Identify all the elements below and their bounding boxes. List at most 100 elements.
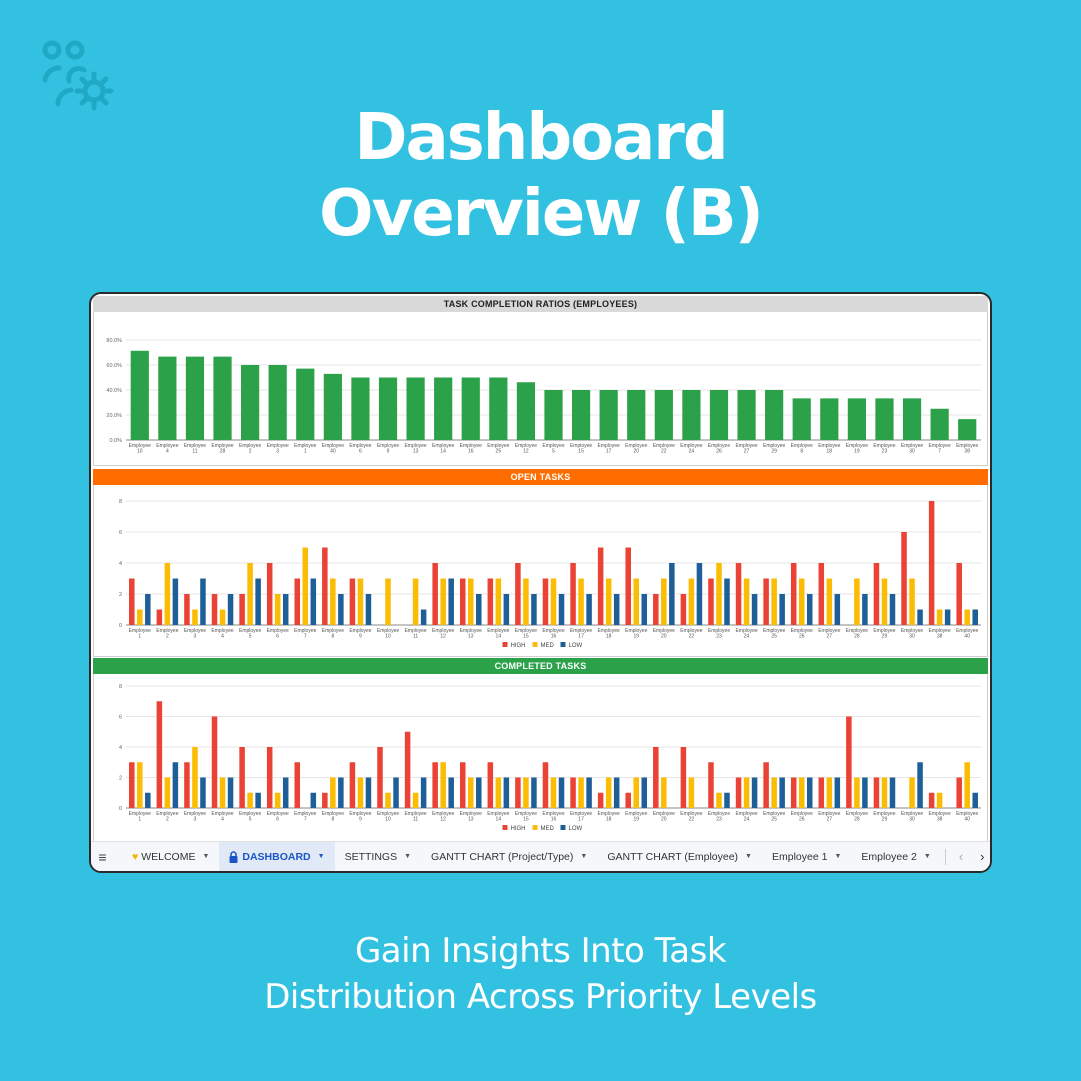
- bar-med-employee-2: [164, 777, 171, 808]
- bar-med-employee-24: [743, 578, 750, 625]
- subtitle-line-1: Gain Insights Into Task: [354, 931, 727, 971]
- x-tick-label: 16: [468, 449, 474, 455]
- x-tick-label: 1: [138, 817, 141, 823]
- chevron-down-icon[interactable]: ▼: [580, 853, 587, 860]
- bar-med-employee-22: [688, 578, 695, 625]
- subtitle-line-2: Distribution Across Priority Levels: [264, 977, 817, 1017]
- x-tick-label: 22: [689, 634, 695, 640]
- x-tick-label: 18: [606, 817, 612, 823]
- bar-low-employee-23: [724, 792, 730, 808]
- bar-med-employee-12: [440, 578, 446, 625]
- bar-low-employee-29: [889, 777, 896, 808]
- bar-high-employee-18: [597, 547, 604, 625]
- tab-dashboard[interactable]: DASHBOARD ▼: [219, 841, 335, 871]
- bar-low-employee-23: [724, 578, 730, 625]
- bar-med-employee-6: [274, 792, 281, 808]
- chevron-right-icon[interactable]: ›: [975, 849, 990, 864]
- legend-swatch-high: [502, 642, 508, 647]
- bar-high-employee-8: [322, 792, 328, 808]
- bar-employee-27: [737, 390, 756, 440]
- bar-low-employee-17: [586, 594, 592, 625]
- bar-med-employee-26: [798, 578, 805, 625]
- tab-employee-1[interactable]: Employee 1 ▼: [762, 842, 851, 872]
- x-tick-label: 10: [137, 449, 143, 455]
- x-tick-label: 6: [276, 634, 279, 640]
- x-tick-label: 1: [304, 449, 307, 455]
- x-tick-label: 23: [882, 449, 888, 455]
- bar-low-employee-3: [200, 777, 206, 808]
- x-tick-label: 7: [304, 634, 307, 640]
- bar-high-employee-6: [266, 563, 273, 625]
- x-tick-label: 10: [385, 817, 391, 823]
- x-tick-label: 3: [194, 817, 197, 823]
- chevron-down-icon[interactable]: ▼: [834, 853, 841, 860]
- chevron-left-icon[interactable]: ‹: [953, 849, 968, 864]
- tab-gantt-employee[interactable]: GANTT CHART (Employee) ▼: [597, 842, 762, 872]
- bar-low-employee-25: [779, 777, 785, 808]
- bar-med-employee-13: [468, 777, 474, 808]
- bar-high-employee-12: [432, 563, 438, 625]
- bar-med-employee-19: [633, 777, 639, 808]
- x-tick-label: 27: [827, 817, 833, 823]
- completion-ratio-chart: 0.0%20.0%40.0%60.0%80.0%Employee10Employ…: [106, 338, 981, 455]
- tab-employee-2[interactable]: Employee 2 ▼: [851, 842, 940, 872]
- x-tick-label: 4: [166, 449, 169, 455]
- bar-med-employee-28: [854, 777, 860, 808]
- open-tasks-chart: 02468Employee1Employee2Employee3Employee…: [119, 499, 981, 649]
- x-tick-label: 24: [689, 449, 695, 455]
- bar-low-employee-9: [365, 594, 372, 625]
- page-subtitle: Gain Insights Into Task Distribution Acr…: [0, 928, 1081, 1020]
- tab-label: SETTINGS: [344, 850, 398, 863]
- bar-low-employee-9: [365, 777, 372, 808]
- bar-med-employee-23: [716, 792, 722, 808]
- bar-high-employee-10: [377, 747, 383, 808]
- tab-settings[interactable]: SETTINGS ▼: [335, 842, 421, 872]
- chevron-down-icon[interactable]: ▼: [202, 853, 209, 860]
- legend-swatch-med: [532, 642, 538, 647]
- bar-employee-18: [820, 398, 839, 440]
- chevron-down-icon[interactable]: ▼: [745, 853, 752, 860]
- bar-low-employee-5: [255, 578, 261, 625]
- chevron-down-icon[interactable]: ▼: [318, 853, 325, 860]
- x-tick-label: 12: [440, 817, 446, 823]
- bar-med-employee-1: [137, 609, 143, 625]
- bar-med-employee-15: [523, 578, 529, 625]
- x-tick-label: 20: [661, 817, 667, 823]
- bar-low-employee-22: [696, 563, 703, 625]
- legend-label-med: MED: [541, 643, 555, 649]
- x-tick-label: 6: [359, 449, 362, 455]
- chevron-down-icon[interactable]: ▼: [404, 853, 411, 860]
- bar-low-employee-15: [531, 777, 537, 808]
- x-tick-label: 29: [771, 449, 777, 455]
- completed-tasks-title: COMPLETED TASKS: [93, 658, 988, 674]
- bar-employee-14: [434, 377, 453, 440]
- page-title: Dashboard Overview (B): [0, 100, 1081, 252]
- tab-welcome[interactable]: ♥ WELCOME ▼: [122, 842, 219, 872]
- bar-high-employee-9: [349, 578, 356, 625]
- hamburger-menu-icon[interactable]: ≡: [91, 842, 114, 872]
- x-tick-label: 17: [578, 817, 584, 823]
- bar-high-employee-22: [680, 747, 687, 808]
- completion-ratio-panel: TASK COMPLETION RATIOS (EMPLOYEES) 0.0% 2…: [93, 296, 988, 466]
- chevron-down-icon[interactable]: ▼: [924, 853, 931, 860]
- bar-low-employee-26: [806, 594, 813, 625]
- heart-hand-icon: ♥: [131, 850, 139, 863]
- bar-employee-40: [323, 373, 342, 440]
- bar-med-employee-16: [550, 578, 557, 625]
- bar-employee-2: [241, 365, 260, 440]
- x-tick-label: 10: [385, 634, 391, 640]
- y-tick-label: 80.0%: [106, 338, 122, 344]
- bar-low-employee-5: [255, 792, 261, 808]
- bar-med-employee-5: [247, 563, 253, 625]
- bar-med-employee-18: [605, 578, 612, 625]
- tab-gantt-project-type[interactable]: GANTT CHART (Project/Type) ▼: [421, 842, 597, 872]
- bar-high-employee-16: [542, 578, 549, 625]
- bar-med-employee-27: [826, 777, 833, 808]
- bar-med-employee-5: [247, 792, 253, 808]
- bar-high-employee-15: [515, 563, 521, 625]
- bar-med-employee-29: [881, 578, 888, 625]
- x-tick-label: 1: [138, 634, 141, 640]
- bar-employee-8: [792, 398, 811, 440]
- y-tick-label: 40.0%: [106, 388, 122, 394]
- x-tick-label: 5: [249, 634, 252, 640]
